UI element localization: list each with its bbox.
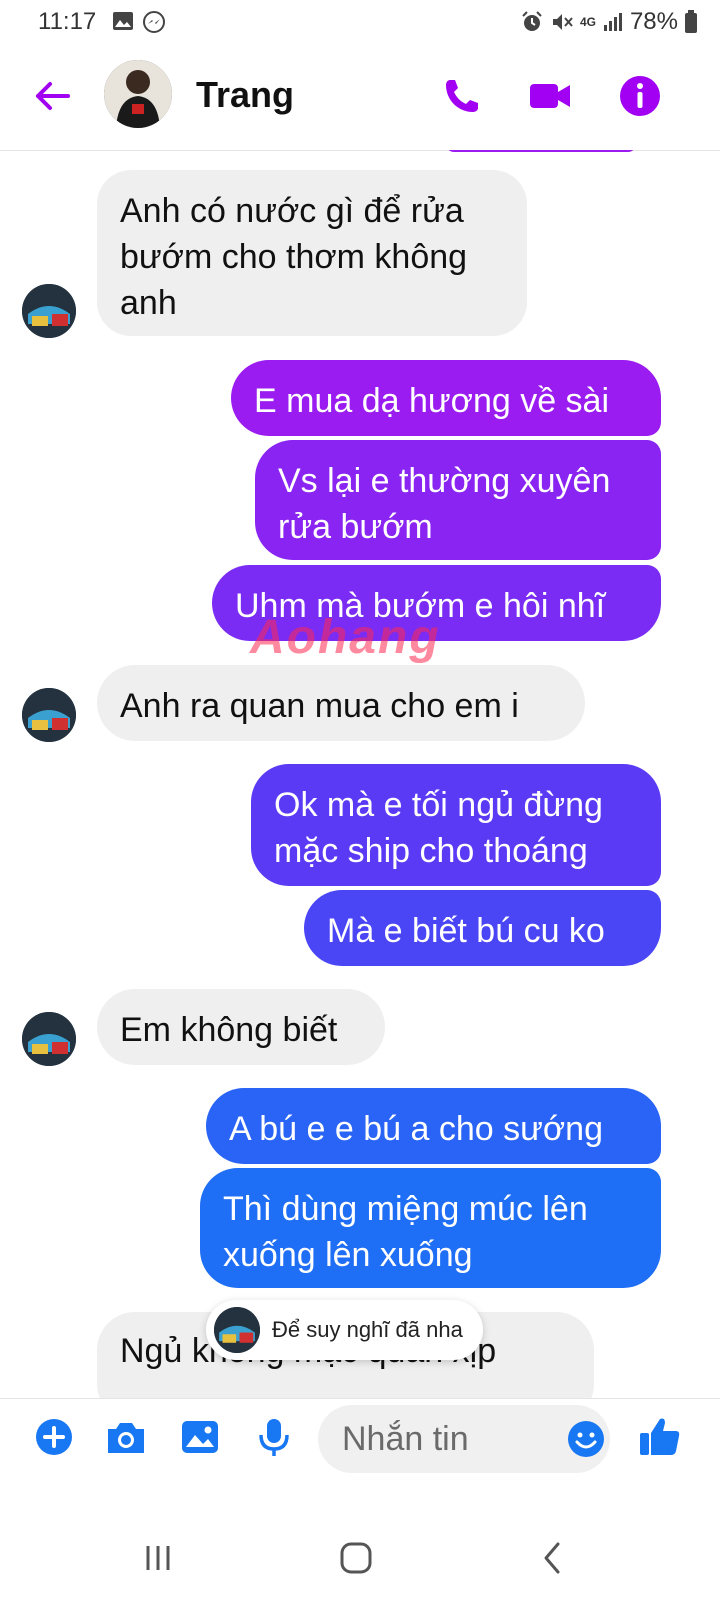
sender-avatar[interactable] [22, 284, 76, 338]
gallery-notification-icon [113, 12, 133, 30]
back-nav-icon[interactable] [532, 1536, 576, 1580]
network-type: 4G [579, 15, 596, 29]
contact-avatar-image [104, 60, 172, 128]
status-time: 11:17 [38, 8, 97, 35]
home-icon[interactable] [334, 1536, 378, 1580]
recent-apps-icon[interactable] [136, 1536, 180, 1580]
preview-avatar [214, 1307, 260, 1353]
message-bubble-sent[interactable]: A bú e e bú a cho sướng [206, 1088, 661, 1164]
message-bubble-received[interactable]: Anh có nước gì để rửa bướm cho thơm khôn… [97, 170, 527, 336]
status-bar: 11:17 4G 78% [0, 0, 720, 46]
back-arrow-icon[interactable] [32, 76, 72, 116]
emoji-icon[interactable] [566, 1419, 606, 1459]
preview-avatar-image [214, 1307, 260, 1353]
new-message-preview[interactable]: Để suy nghĩ đã nha [206, 1300, 483, 1360]
alarm-icon [522, 11, 542, 31]
watermark: Aohang [250, 611, 441, 664]
status-right: 4G 78% [520, 8, 698, 36]
plus-icon[interactable] [30, 1413, 78, 1461]
conversation-header: Trang [0, 46, 720, 151]
camera-icon[interactable] [102, 1413, 150, 1461]
voice-call-icon[interactable] [440, 74, 484, 118]
video-call-icon[interactable] [528, 74, 572, 118]
battery-level: 78% [629, 8, 678, 35]
gallery-icon[interactable] [176, 1413, 224, 1461]
message-list[interactable]: Anh có nước gì để rửa bướm cho thơm khôn… [0, 150, 720, 1398]
sender-avatar[interactable] [22, 688, 76, 742]
composer-bar [0, 1398, 720, 1477]
message-bubble-received[interactable]: Anh ra quan mua cho em i [97, 665, 585, 741]
mute-icon [552, 14, 573, 30]
previous-message-edge [446, 150, 636, 152]
messenger-notification-icon [143, 11, 165, 33]
message-bubble-sent[interactable]: E mua dạ hương về sài [231, 360, 661, 436]
battery-icon [685, 10, 697, 33]
sender-avatar[interactable] [22, 1012, 76, 1066]
info-icon[interactable] [618, 74, 662, 118]
system-navigation-bar [0, 1520, 720, 1600]
message-bubble-sent[interactable]: Vs lại e thường xuyên rửa bướm [255, 440, 661, 560]
contact-name[interactable]: Trang [196, 74, 294, 116]
message-bubble-received[interactable]: Em không biết [97, 989, 385, 1065]
like-thumbs-up-icon[interactable] [636, 1413, 684, 1461]
sender-avatar-image [22, 284, 76, 338]
message-bubble-sent[interactable]: Mà e biết bú cu ko [304, 890, 661, 966]
sender-avatar-image [22, 688, 76, 742]
sender-avatar-image [22, 1012, 76, 1066]
message-bubble-sent[interactable]: Ok mà e tối ngủ đừng mặc ship cho thoáng [251, 764, 661, 886]
microphone-icon[interactable] [250, 1413, 298, 1461]
message-bubble-sent[interactable]: Thì dùng miệng múc lên xuống lên xuống [200, 1168, 661, 1288]
signal-icon [603, 13, 622, 31]
contact-avatar[interactable] [104, 60, 172, 128]
preview-text: Để suy nghĩ đã nha [272, 1317, 463, 1342]
